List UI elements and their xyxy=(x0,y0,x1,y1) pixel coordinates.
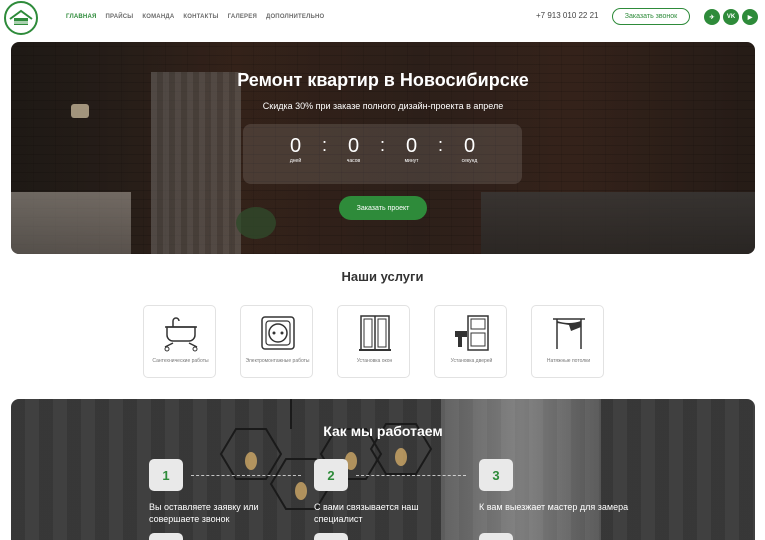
service-card-electrical[interactable]: Электромонтажные работы xyxy=(240,305,313,378)
service-card-windows[interactable]: Установка окон xyxy=(337,305,410,378)
service-card-ceilings[interactable]: Натяжные потолки xyxy=(531,305,604,378)
hero-subtitle: Скидка 30% при заказе полного дизайн-про… xyxy=(262,101,504,111)
countdown-seconds: 0 секунд xyxy=(461,135,478,164)
hero-background-window xyxy=(11,192,131,254)
phone-link[interactable]: +7 913 010 22 21 xyxy=(536,11,599,20)
vk-icon[interactable]: VK xyxy=(723,9,739,25)
step-number: 1 xyxy=(149,459,183,491)
socket-icon xyxy=(261,316,295,350)
nav-item-home[interactable]: ГЛАВНАЯ xyxy=(66,14,97,20)
step-connector xyxy=(356,475,466,476)
service-card-doors[interactable]: Установка дверей xyxy=(434,305,507,378)
how-we-work-section: Как мы работаем 1 Вы оставляете заявку и… xyxy=(11,399,755,540)
house-logo-icon[interactable] xyxy=(4,1,38,35)
countdown-timer: 0 дней : 0 часов : 0 минут : 0 секунд xyxy=(243,124,522,184)
countdown-minutes: 0 минут xyxy=(404,135,419,164)
step-number-partial xyxy=(314,533,348,540)
countdown-days: 0 дней xyxy=(289,135,302,164)
step-text: К вам выезжает мастер для замера xyxy=(479,502,629,512)
hero-background-curtain xyxy=(151,72,241,254)
order-project-button[interactable]: Заказать проект xyxy=(339,196,427,220)
telegram-icon[interactable]: ✈ xyxy=(704,9,720,25)
window-icon xyxy=(359,315,391,351)
services-list: Сантехнические работы Электромонтажные р… xyxy=(143,305,604,378)
hero-banner: Ремонт квартир в Новосибирске Скидка 30%… xyxy=(11,42,755,254)
main-nav: ГЛАВНАЯ ПРАЙСЫ КОМАНДА КОНТАКТЫ ГАЛЕРЕЯ … xyxy=(66,14,324,20)
services-title: Наши услуги xyxy=(341,269,424,284)
hero-background-sofa xyxy=(481,192,755,254)
service-label: Установка окон xyxy=(356,358,393,364)
callback-button[interactable]: Заказать звонок xyxy=(612,8,690,25)
service-card-plumbing[interactable]: Сантехнические работы xyxy=(143,305,216,378)
ceiling-icon xyxy=(553,318,585,349)
hero-title: Ремонт квартир в Новосибирске xyxy=(237,70,529,90)
step-connector xyxy=(191,475,301,476)
step-number-partial xyxy=(479,533,513,540)
header: ГЛАВНАЯ ПРАЙСЫ КОМАНДА КОНТАКТЫ ГАЛЕРЕЯ … xyxy=(0,0,765,38)
step-text: Вы оставляете заявку или совершаете звон… xyxy=(149,502,259,524)
nav-item-contacts[interactable]: КОНТАКТЫ xyxy=(183,14,218,20)
bathtub-icon xyxy=(164,317,198,352)
countdown-separator: : xyxy=(379,135,385,155)
nav-item-team[interactable]: КОМАНДА xyxy=(142,14,174,20)
step-number: 2 xyxy=(314,459,348,491)
nav-item-gallery[interactable]: ГАЛЕРЕЯ xyxy=(228,14,257,20)
service-label: Сантехнические работы xyxy=(152,358,209,364)
door-icon xyxy=(455,315,489,351)
nav-item-prices[interactable]: ПРАЙСЫ xyxy=(106,14,134,20)
service-label: Натяжные потолки xyxy=(546,358,591,364)
service-label: Электромонтажные работы xyxy=(245,358,310,364)
step-number: 3 xyxy=(479,459,513,491)
countdown-separator: : xyxy=(321,135,327,155)
hero-background-plant xyxy=(236,207,276,239)
youtube-icon[interactable]: ▶ xyxy=(742,9,758,25)
countdown-separator: : xyxy=(437,135,443,155)
service-label: Установка дверей xyxy=(450,358,493,364)
how-title: Как мы работаем xyxy=(323,423,443,439)
nav-item-more[interactable]: ДОПОЛНИТЕЛЬНО xyxy=(266,14,324,20)
step-text: С вами связывается наш специалист xyxy=(314,502,419,524)
countdown-hours: 0 часов xyxy=(346,135,361,164)
social-links: ✈ VK ▶ xyxy=(704,9,758,25)
step-number-partial xyxy=(149,533,183,540)
